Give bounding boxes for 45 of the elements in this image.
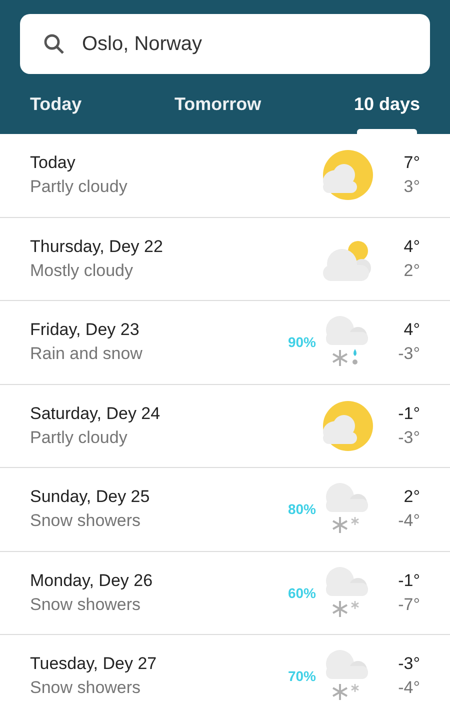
high-temperature: 4°	[404, 236, 420, 257]
high-temperature: 7°	[404, 153, 420, 174]
condition-label: Partly cloudy	[30, 177, 128, 198]
tab[interactable]: Tomorrow	[174, 94, 262, 134]
day-label: Tuesday, Dey 27	[30, 654, 158, 674]
low-temperature: -4°	[398, 678, 420, 698]
day-label: Thursday, Dey 22	[30, 236, 164, 257]
high-temperature: 4°	[404, 320, 420, 340]
precipitation-chance: 80%	[286, 501, 316, 518]
forecast-row[interactable]: Today Partly cloudy 7° 3°	[0, 134, 450, 218]
forecast-row[interactable]: Friday, Dey 23 Rain and snow 90% 4° -3°	[0, 301, 450, 384]
precipitation-chance: 70%	[286, 668, 316, 684]
tab[interactable]: 10 days	[354, 94, 420, 134]
condition-label: Mostly cloudy	[30, 260, 134, 281]
low-temperature: -3°	[398, 344, 420, 364]
search-field[interactable]: Oslo, Norway	[82, 32, 408, 56]
day-label: Today	[30, 153, 76, 174]
forecast-row[interactable]: Monday, Dey 26 Snow showers 60% -1° -7°	[0, 552, 450, 635]
high-temperature: -3°	[398, 654, 420, 674]
low-temperature: 2°	[404, 260, 420, 281]
low-temperature: -7°	[398, 594, 420, 615]
condition-label: Snow showers	[30, 678, 142, 698]
high-temperature: 2°	[404, 487, 420, 508]
condition-label: Snow showers	[30, 511, 142, 532]
forecast-row[interactable]: Thursday, Dey 22 Mostly cloudy 4° 2°	[0, 218, 450, 301]
low-temperature: 3°	[404, 177, 420, 198]
condition-label: Partly cloudy	[30, 428, 128, 448]
search-icon	[42, 32, 66, 56]
day-label: Friday, Dey 23	[30, 320, 140, 340]
day-label: Sunday, Dey 25	[30, 487, 151, 508]
forecast-row[interactable]: Sunday, Dey 25 Snow showers 80% 2° -4°	[0, 468, 450, 552]
condition-label: Snow showers	[30, 594, 142, 615]
low-temperature: -4°	[398, 511, 420, 532]
precipitation-chance: 90%	[286, 334, 316, 350]
precipitation-chance: 60%	[286, 584, 316, 601]
forecast-row[interactable]: Tuesday, Dey 27 Snow showers 70% -3° -4°	[0, 635, 450, 709]
search-bar[interactable]: Oslo, Norway	[20, 14, 430, 74]
day-label: Saturday, Dey 24	[30, 404, 162, 424]
high-temperature: -1°	[398, 570, 420, 591]
tab[interactable]: Today	[30, 94, 82, 134]
condition-label: Rain and snow	[30, 344, 144, 364]
low-temperature: -3°	[398, 428, 420, 448]
forecast-row[interactable]: Saturday, Dey 24 Partly cloudy -1° -3°	[0, 384, 450, 468]
day-label: Monday, Dey 26	[30, 570, 154, 591]
high-temperature: -1°	[398, 404, 420, 424]
